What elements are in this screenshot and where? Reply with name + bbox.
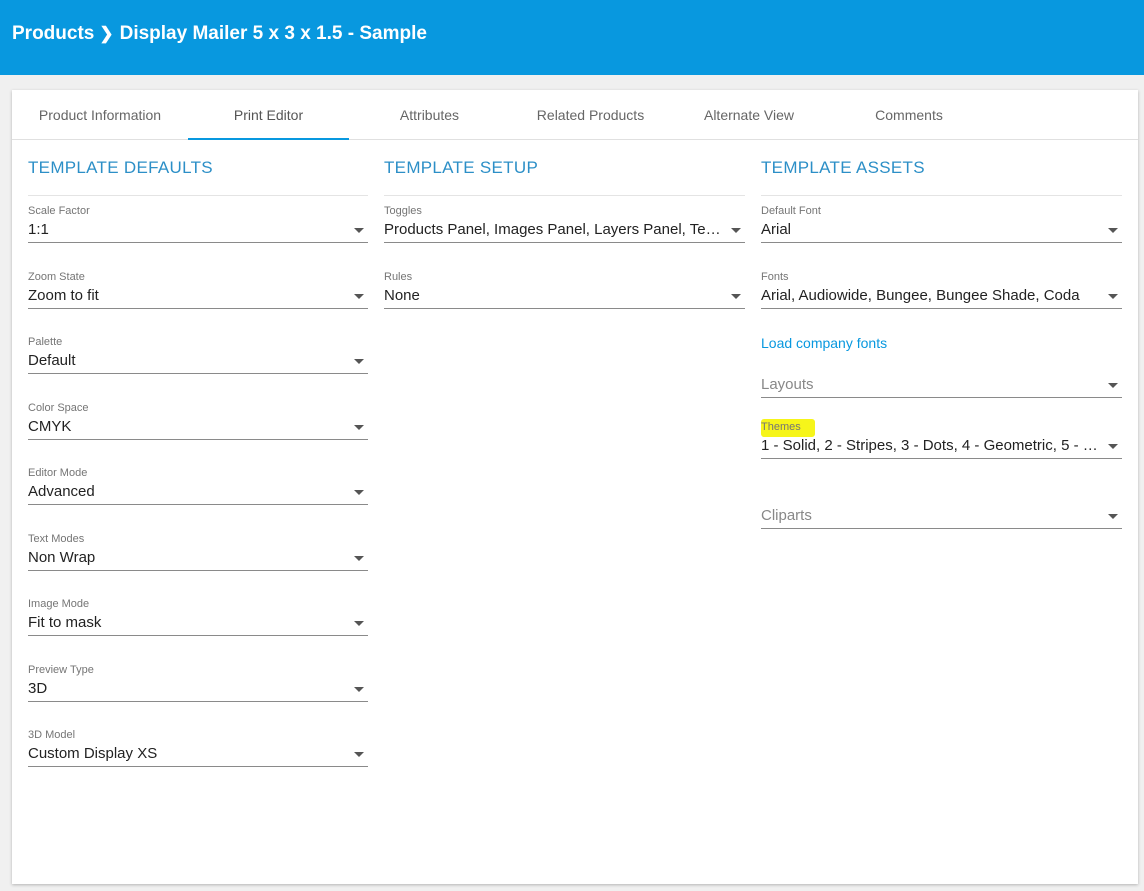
load-company-fonts-link[interactable]: Load company fonts xyxy=(761,335,887,351)
editor-mode-label: Editor Mode xyxy=(28,467,88,479)
default-font-value: Arial xyxy=(761,221,792,238)
3d-model-select[interactable]: Custom Display XS xyxy=(28,743,368,767)
scale-factor-value: 1:1 xyxy=(28,221,49,238)
default-font-select[interactable]: Arial xyxy=(761,219,1122,243)
layouts-select[interactable]: Layouts xyxy=(761,374,1122,398)
scale-factor-select[interactable]: 1:1 xyxy=(28,219,368,243)
themes-label: Themes xyxy=(761,419,815,437)
3d-model-value: Custom Display XS xyxy=(28,745,158,762)
layouts-placeholder: Layouts xyxy=(761,376,814,393)
image-mode-value: Fit to mask xyxy=(28,614,102,631)
tab-comments[interactable]: Comments xyxy=(827,90,991,140)
section-divider xyxy=(761,195,1122,196)
dropdown-arrow-icon xyxy=(731,294,741,299)
fonts-label: Fonts xyxy=(761,271,789,283)
toggles-select[interactable]: Products Panel, Images Panel, Layers Pan… xyxy=(384,219,745,243)
preview-type-label: Preview Type xyxy=(28,664,94,676)
text-modes-select[interactable]: Non Wrap xyxy=(28,547,368,571)
fonts-value: Arial, Audiowide, Bungee, Bungee Shade, … xyxy=(761,287,1080,304)
preview-type-select[interactable]: 3D xyxy=(28,678,368,702)
dropdown-arrow-icon xyxy=(354,490,364,495)
default-font-label: Default Font xyxy=(761,205,821,217)
tab-product-information[interactable]: Product Information xyxy=(12,90,188,140)
dropdown-arrow-icon xyxy=(1108,228,1118,233)
rules-label: Rules xyxy=(384,271,413,283)
preview-type-value: 3D xyxy=(28,680,48,697)
rules-value: None xyxy=(384,287,420,304)
toggles-label: Toggles xyxy=(384,205,422,217)
app-header: Products ❯ Display Mailer 5 x 3 x 1.5 - Sa… xyxy=(0,0,1144,75)
dropdown-arrow-icon xyxy=(1108,383,1118,388)
fonts-select[interactable]: Arial, Audiowide, Bungee, Bungee Shade, … xyxy=(761,285,1122,309)
color-space-value: CMYK xyxy=(28,418,72,435)
template-assets-title: TEMPLATE ASSETS xyxy=(761,158,925,177)
3d-model-label: 3D Model xyxy=(28,729,76,741)
section-divider xyxy=(28,195,368,196)
tab-attributes[interactable]: Attributes xyxy=(349,90,510,140)
zoom-state-label: Zoom State xyxy=(28,271,85,283)
dropdown-arrow-icon xyxy=(354,359,364,364)
breadcrumb-products-link[interactable]: Products xyxy=(12,23,94,44)
product-card: Product Information Print Editor Attribu… xyxy=(12,90,1138,884)
themes-value: 1 - Solid, 2 - Stripes, 3 - Dots, 4 - Ge… xyxy=(761,437,1098,454)
dropdown-arrow-icon xyxy=(354,556,364,561)
template-defaults-title: TEMPLATE DEFAULTS xyxy=(28,158,213,177)
image-mode-label: Image Mode xyxy=(28,598,90,610)
scale-factor-label: Scale Factor xyxy=(28,205,90,217)
tab-print-editor[interactable]: Print Editor xyxy=(188,90,349,140)
tab-bar: Product Information Print Editor Attribu… xyxy=(12,90,1138,140)
dropdown-arrow-icon xyxy=(354,621,364,626)
text-modes-label: Text Modes xyxy=(28,533,85,545)
dropdown-arrow-icon xyxy=(354,752,364,757)
dropdown-arrow-icon xyxy=(354,425,364,430)
dropdown-arrow-icon xyxy=(731,228,741,233)
breadcrumb: Products ❯ Display Mailer 5 x 3 x 1.5 - Sa… xyxy=(12,23,427,45)
cliparts-placeholder: Cliparts xyxy=(761,507,812,524)
editor-mode-value: Advanced xyxy=(28,483,95,500)
toggles-value: Products Panel, Images Panel, Layers Pan… xyxy=(384,221,721,238)
dropdown-arrow-icon xyxy=(354,687,364,692)
template-setup-title: TEMPLATE SETUP xyxy=(384,158,539,177)
tab-related-products[interactable]: Related Products xyxy=(510,90,671,140)
zoom-state-value: Zoom to fit xyxy=(28,287,99,304)
dropdown-arrow-icon xyxy=(1108,444,1118,449)
dropdown-arrow-icon xyxy=(354,294,364,299)
color-space-label: Color Space xyxy=(28,402,89,414)
dropdown-arrow-icon xyxy=(354,228,364,233)
dropdown-arrow-icon xyxy=(1108,514,1118,519)
image-mode-select[interactable]: Fit to mask xyxy=(28,612,368,636)
tab-alternate-view[interactable]: Alternate View xyxy=(671,90,827,140)
section-divider xyxy=(384,195,745,196)
breadcrumb-current: Display Mailer 5 x 3 x 1.5 - Sample xyxy=(119,23,427,44)
zoom-state-select[interactable]: Zoom to fit xyxy=(28,285,368,309)
themes-select[interactable]: 1 - Solid, 2 - Stripes, 3 - Dots, 4 - Ge… xyxy=(761,435,1122,459)
palette-label: Palette xyxy=(28,336,63,348)
color-space-select[interactable]: CMYK xyxy=(28,416,368,440)
palette-value: Default xyxy=(28,352,76,369)
editor-mode-select[interactable]: Advanced xyxy=(28,481,368,505)
text-modes-value: Non Wrap xyxy=(28,549,96,566)
dropdown-arrow-icon xyxy=(1108,294,1118,299)
breadcrumb-chevron-icon: ❯ xyxy=(99,24,114,43)
palette-select[interactable]: Default xyxy=(28,350,368,374)
cliparts-select[interactable]: Cliparts xyxy=(761,505,1122,529)
rules-select[interactable]: None xyxy=(384,285,745,309)
